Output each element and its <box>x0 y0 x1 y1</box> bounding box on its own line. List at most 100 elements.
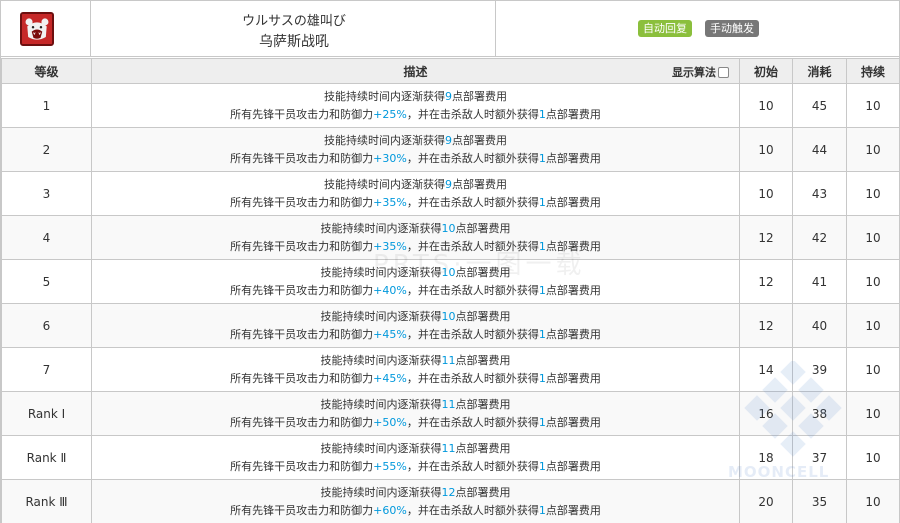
skill-name-cn: 乌萨斯战吼 <box>259 34 329 50</box>
desc-line-1-prefix: 技能持续时间内逐渐获得 <box>324 177 445 191</box>
table-row: 1 技能持续时间内逐渐获得9点部署费用 所有先锋干员攻击力和防御力+25%，并在击杀… <box>1 83 900 128</box>
show-algorithm-checkbox[interactable] <box>718 66 729 78</box>
dp-gain-value: 9 <box>445 89 452 103</box>
desc-line-1-suffix: 点部署费用 <box>455 309 511 323</box>
desc-line-1-prefix: 技能持续时间内逐渐获得 <box>320 353 442 367</box>
level-cell: 6 <box>1 303 92 348</box>
desc-line-1-prefix: 技能持续时间内逐渐获得 <box>320 221 442 235</box>
initial-sp-cell: 12 <box>739 259 793 304</box>
initial-sp-cell: 10 <box>739 127 793 172</box>
sp-cost-cell: 43 <box>792 171 847 216</box>
table-row: 7 技能持续时间内逐渐获得11点部署费用 所有先锋干员攻击力和防御力+45%，并在击… <box>1 347 900 392</box>
initial-sp-cell: 12 <box>739 215 793 260</box>
level-cell: 5 <box>1 259 92 304</box>
desc-line-2-prefix: 所有先锋干员攻击力和防御力 <box>230 151 374 165</box>
atk-def-value: +30% <box>373 151 407 165</box>
description-cell: 技能持续时间内逐渐获得10点部署费用 所有先锋干员攻击力和防御力+40%，并在击杀… <box>91 259 740 304</box>
desc-line-2-suffix: 点部署费用 <box>545 107 601 121</box>
desc-line-2-prefix: 所有先锋干员攻击力和防御力 <box>230 239 374 253</box>
duration-cell: 10 <box>846 127 900 172</box>
desc-line-2-suffix: 点部署费用 <box>545 459 601 473</box>
sp-cost-cell: 45 <box>792 83 847 128</box>
desc-line-1-suffix: 点部署费用 <box>455 397 511 411</box>
dp-gain-value: 12 <box>441 485 456 499</box>
show-algorithm-label: 显示算法 <box>672 66 716 79</box>
desc-line-1-prefix: 技能持续时间内逐渐获得 <box>320 265 442 279</box>
table-row: 5 技能持续时间内逐渐获得10点部署费用 所有先锋干员攻击力和防御力+40%，并在击… <box>1 259 900 304</box>
skill-icon-cell <box>1 1 91 57</box>
desc-line-2-suffix: 点部署费用 <box>545 327 601 341</box>
desc-line-2-suffix: 点部署费用 <box>545 283 601 297</box>
level-cell: 7 <box>1 347 92 392</box>
duration-cell: 10 <box>846 479 900 523</box>
table-header-row: 等级 描述 显示算法 初始 消耗 持续 <box>1 58 900 84</box>
atk-def-value: +35% <box>373 239 407 253</box>
kill-dp-value: 1 <box>538 503 546 517</box>
table-row: 3 技能持续时间内逐渐获得9点部署费用 所有先锋干员攻击力和防御力+35%，并在击杀… <box>1 171 900 216</box>
kill-dp-value: 1 <box>538 415 546 429</box>
show-algorithm-toggle[interactable]: 显示算法 <box>672 64 729 80</box>
desc-line-2-middle: ，并在击杀敌人时额外获得 <box>406 415 539 429</box>
desc-line-1-suffix: 点部署费用 <box>455 265 511 279</box>
initial-sp-cell: 16 <box>739 391 793 436</box>
dp-gain-value: 11 <box>441 397 456 411</box>
dp-gain-value: 10 <box>441 265 456 279</box>
desc-line-2-middle: ，并在击杀敌人时额外获得 <box>406 151 539 165</box>
desc-line-2-suffix: 点部署费用 <box>545 195 601 209</box>
desc-line-1-suffix: 点部署费用 <box>452 133 507 147</box>
duration-cell: 10 <box>846 171 900 216</box>
atk-def-value: +40% <box>373 283 407 297</box>
desc-line-2-prefix: 所有先锋干员攻击力和防御力 <box>230 415 374 429</box>
level-cell: Rank Ⅰ <box>1 391 92 436</box>
atk-def-value: +45% <box>373 327 407 341</box>
trigger-type-badge: 手动触发 <box>705 20 759 37</box>
desc-line-2-suffix: 点部署费用 <box>545 503 601 517</box>
desc-line-2-middle: ，并在击杀敌人时额外获得 <box>406 283 539 297</box>
desc-line-2-prefix: 所有先锋干员攻击力和防御力 <box>230 459 374 473</box>
skill-name-cell: ウルサスの雄叫び 乌萨斯战吼 <box>92 1 496 57</box>
skill-name-jp: ウルサスの雄叫び <box>242 14 346 29</box>
sp-cost-cell: 41 <box>792 259 847 304</box>
header-initial: 初始 <box>739 58 793 84</box>
recovery-type-badge: 自动回复 <box>638 20 692 37</box>
desc-line-1-suffix: 点部署费用 <box>452 177 507 191</box>
desc-line-2-prefix: 所有先锋干员攻击力和防御力 <box>230 503 374 517</box>
desc-line-2-prefix: 所有先锋干员攻击力和防御力 <box>230 327 374 341</box>
initial-sp-cell: 10 <box>739 171 793 216</box>
table-row: 2 技能持续时间内逐渐获得9点部署费用 所有先锋干员攻击力和防御力+30%，并在击杀… <box>1 127 900 172</box>
duration-cell: 10 <box>846 215 900 260</box>
skill-header: ウルサスの雄叫び 乌萨斯战吼 自动回复 手动触发 <box>1 1 899 57</box>
kill-dp-value: 1 <box>538 107 546 121</box>
desc-line-1-suffix: 点部署费用 <box>455 353 511 367</box>
level-cell: 2 <box>1 127 92 172</box>
sp-cost-cell: 44 <box>792 127 847 172</box>
atk-def-value: +50% <box>373 415 407 429</box>
desc-line-1-suffix: 点部署费用 <box>455 441 511 455</box>
description-cell: 技能持续时间内逐渐获得10点部署费用 所有先锋干员攻击力和防御力+45%，并在击杀… <box>91 303 740 348</box>
skill-panel: ウルサスの雄叫び 乌萨斯战吼 自动回复 手动触发 等级 描述 显示算法 初始 消… <box>0 0 900 523</box>
initial-sp-cell: 18 <box>739 435 793 480</box>
kill-dp-value: 1 <box>538 283 546 297</box>
duration-cell: 10 <box>846 83 900 128</box>
desc-line-2-suffix: 点部署费用 <box>545 415 601 429</box>
atk-def-value: +55% <box>373 459 407 473</box>
description-cell: 技能持续时间内逐渐获得11点部署费用 所有先锋干员攻击力和防御力+45%，并在击杀… <box>91 347 740 392</box>
header-duration: 持续 <box>846 58 900 84</box>
desc-line-2-middle: ，并在击杀敌人时额外获得 <box>406 459 539 473</box>
desc-line-1-suffix: 点部署费用 <box>455 221 511 235</box>
kill-dp-value: 1 <box>538 195 546 209</box>
description-cell: 技能持续时间内逐渐获得9点部署费用 所有先锋干员攻击力和防御力+35%，并在击杀敌… <box>91 171 740 216</box>
table-row: 4 技能持续时间内逐渐获得10点部署费用 所有先锋干员攻击力和防御力+35%，并在击… <box>1 215 900 260</box>
description-cell: 技能持续时间内逐渐获得11点部署费用 所有先锋干员攻击力和防御力+50%，并在击杀… <box>91 391 740 436</box>
desc-line-1-prefix: 技能持续时间内逐渐获得 <box>320 397 442 411</box>
kill-dp-value: 1 <box>538 327 546 341</box>
desc-line-2-middle: ，并在击杀敌人时额外获得 <box>406 371 539 385</box>
desc-line-1-prefix: 技能持续时间内逐渐获得 <box>320 441 442 455</box>
sp-cost-cell: 39 <box>792 347 847 392</box>
desc-line-2-prefix: 所有先锋干员攻击力和防御力 <box>230 283 374 297</box>
dp-gain-value: 10 <box>441 221 456 235</box>
duration-cell: 10 <box>846 303 900 348</box>
desc-line-2-middle: ，并在击杀敌人时额外获得 <box>406 239 539 253</box>
table-body: 1 技能持续时间内逐渐获得9点部署费用 所有先锋干员攻击力和防御力+25%，并在击杀… <box>1 83 900 523</box>
header-level: 等级 <box>1 58 92 84</box>
